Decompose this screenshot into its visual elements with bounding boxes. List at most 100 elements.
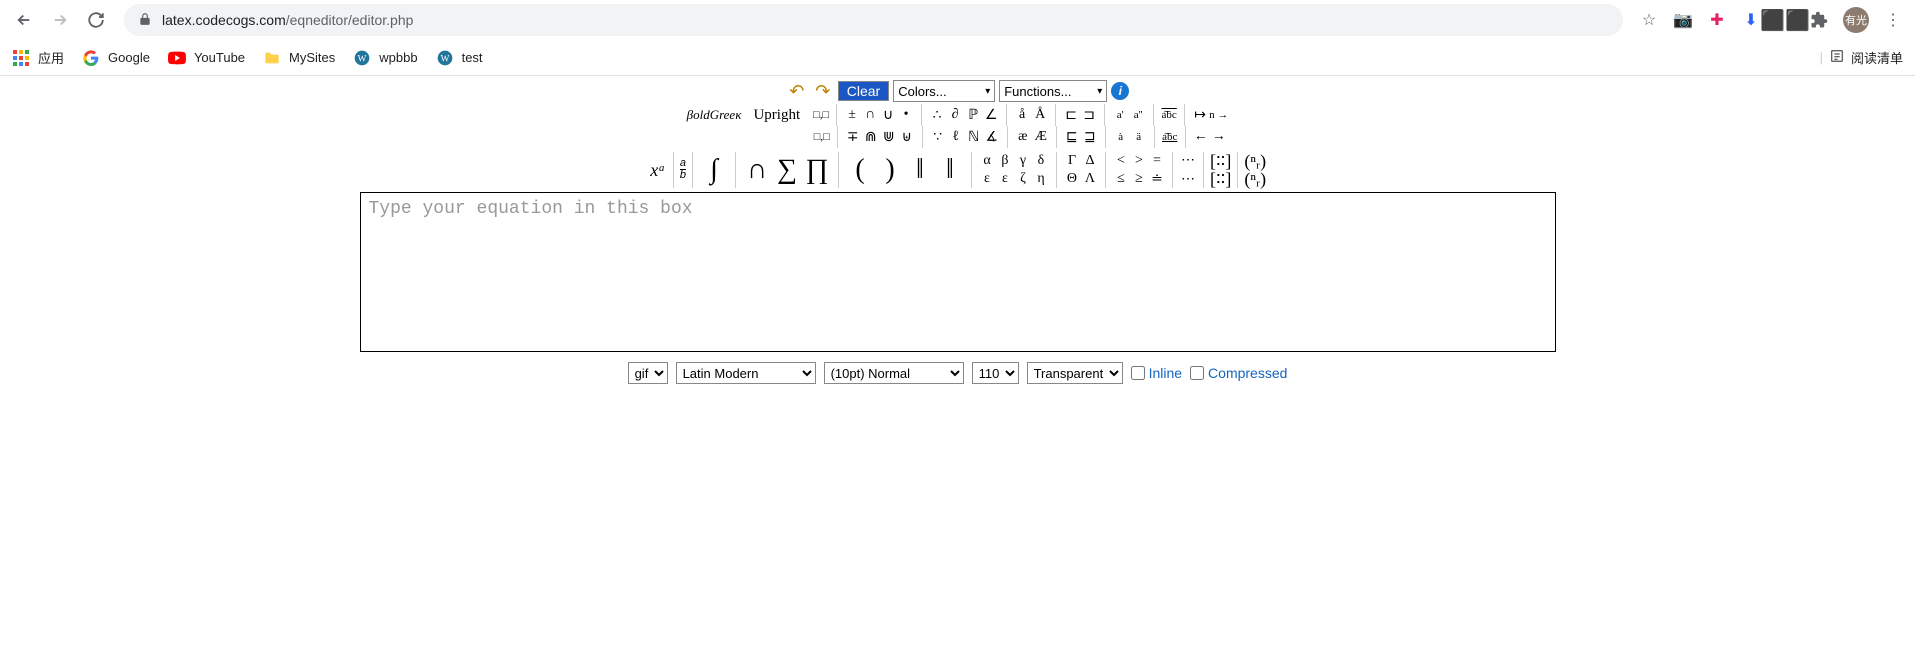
sym-sqsubseteq[interactable]: ⊑	[1063, 128, 1081, 146]
sym-cap[interactable]: ∩	[861, 106, 879, 124]
sym-rparen[interactable]: )	[875, 161, 905, 179]
forward-button[interactable]	[44, 4, 76, 36]
sym-ell[interactable]: ℓ	[947, 128, 965, 146]
sym-underarc[interactable]: a͡bc	[1161, 128, 1179, 146]
sym-beta[interactable]: β	[996, 152, 1014, 170]
sym-prod[interactable]: ∏	[802, 161, 832, 179]
sym-Theta[interactable]: Θ	[1063, 170, 1081, 188]
clear-button[interactable]: Clear	[838, 81, 889, 101]
sym-geq[interactable]: ≥	[1130, 170, 1148, 188]
google-bookmark[interactable]: Google	[82, 49, 150, 67]
sym-overarc[interactable]: a͡bc	[1160, 106, 1178, 124]
compressed-label[interactable]: Compressed	[1208, 365, 1287, 381]
youtube-bookmark[interactable]: YouTube	[168, 49, 245, 67]
reading-list-button[interactable]: | 阅读清单	[1820, 48, 1903, 67]
sym-N[interactable]: ℕ	[965, 128, 983, 146]
sym-matrix[interactable]: [∶∶]	[1210, 152, 1231, 170]
sym-Aring[interactable]: Å	[1031, 106, 1049, 124]
star-icon[interactable]: ☆	[1639, 10, 1659, 30]
sym-grave[interactable]: à	[1112, 128, 1130, 146]
sym-alpha[interactable]: α	[978, 152, 996, 170]
sym-prime[interactable]: a'	[1111, 106, 1129, 124]
colors-dropdown[interactable]: Colors...▾	[893, 80, 995, 102]
inline-checkbox[interactable]	[1131, 366, 1145, 380]
reload-button[interactable]	[80, 4, 112, 36]
sym-sidebyside2[interactable]: □,□	[813, 128, 831, 146]
sym-P[interactable]: ℙ	[964, 106, 982, 124]
info-icon[interactable]: i	[1111, 82, 1129, 100]
camera-icon[interactable]: 📷	[1673, 10, 1693, 30]
sym-cup[interactable]: ∪	[879, 106, 897, 124]
dpi-select[interactable]: 110	[972, 362, 1019, 384]
back-button[interactable]	[8, 4, 40, 36]
sym-bigcap[interactable]: ∩	[742, 161, 772, 179]
sym-varepsilon[interactable]: ε	[996, 170, 1014, 188]
sym-sqsupseteq[interactable]: ⊒	[1081, 128, 1099, 146]
functions-dropdown[interactable]: Functions...▾	[999, 80, 1107, 102]
sym-leftarrow[interactable]: ←	[1192, 128, 1210, 146]
equation-input[interactable]	[360, 192, 1556, 352]
sym-uplus[interactable]: ⊎	[898, 128, 916, 146]
sym-vert[interactable]: ‖	[905, 161, 935, 179]
compressed-checkbox[interactable]	[1190, 366, 1204, 380]
sym-Delta[interactable]: Δ	[1081, 152, 1099, 170]
style-boldgreek[interactable]: βoldGreeκ	[681, 107, 748, 123]
style-upright[interactable]: Upright	[747, 107, 806, 124]
sym-bullet[interactable]: •	[897, 106, 915, 124]
sym-leq[interactable]: ≤	[1112, 170, 1130, 188]
sym-partial[interactable]: ∂	[946, 106, 964, 124]
sym-epsilon[interactable]: ε	[978, 170, 996, 188]
sym-mapsto[interactable]: ↦	[1191, 106, 1209, 124]
bg-select[interactable]: Transparent	[1027, 362, 1123, 384]
menu-icon[interactable]: ⋮	[1883, 10, 1903, 30]
sym-eq[interactable]: =	[1148, 152, 1166, 170]
download-ext-icon[interactable]: ⬇	[1741, 10, 1761, 30]
sym-vert2[interactable]: ‖	[935, 161, 965, 179]
sym-rightarrow[interactable]: →	[1210, 128, 1228, 146]
sym-gt[interactable]: >	[1130, 152, 1148, 170]
size-select[interactable]: (10pt) Normal	[824, 362, 964, 384]
sym-Cap[interactable]: ⋒	[862, 128, 880, 146]
mysites-bookmark[interactable]: MySites	[263, 49, 335, 67]
sym-Cup[interactable]: ⋓	[880, 128, 898, 146]
redo-button[interactable]: ↷	[812, 81, 834, 101]
sym-Lambda[interactable]: Λ	[1081, 170, 1099, 188]
sym-sqsupset[interactable]: ⊐	[1080, 106, 1098, 124]
sym-ddot[interactable]: ä	[1130, 128, 1148, 146]
sym-gamma[interactable]: γ	[1014, 152, 1032, 170]
sym-ae[interactable]: æ	[1014, 128, 1032, 146]
sym-therefore[interactable]: ∴	[928, 106, 946, 124]
sym-frac[interactable]: ab	[680, 159, 686, 181]
profile-avatar[interactable]: 有光	[1843, 7, 1869, 33]
sym-delta[interactable]: δ	[1032, 152, 1050, 170]
sym-sqsubset[interactable]: ⊏	[1062, 106, 1080, 124]
sym-doteq[interactable]: ≐	[1148, 170, 1166, 188]
sym-binom2[interactable]: (ⁿᵣ)	[1244, 170, 1266, 188]
sym-mp[interactable]: ∓	[844, 128, 862, 146]
font-select[interactable]: Latin Modern	[676, 362, 816, 384]
sym-eta[interactable]: η	[1032, 170, 1050, 188]
sym-angle[interactable]: ∠	[982, 106, 1000, 124]
sym-Gamma[interactable]: Γ	[1063, 152, 1081, 170]
format-select[interactable]: gif	[628, 362, 668, 384]
sym-dprime[interactable]: a''	[1129, 106, 1147, 124]
apps-bookmark[interactable]: 应用	[12, 48, 64, 67]
wpbbb-bookmark[interactable]: W wpbbb	[353, 49, 417, 67]
sym-cdots[interactable]: ⋯	[1179, 152, 1197, 169]
sym-zeta[interactable]: ζ	[1014, 170, 1032, 188]
undo-button[interactable]: ↶	[786, 81, 808, 101]
sym-superscript[interactable]: xᵃ	[649, 161, 667, 179]
plus-ext-icon[interactable]: ✚	[1707, 10, 1727, 30]
sym-binom[interactable]: (ⁿᵣ)	[1244, 152, 1266, 170]
sym-aring[interactable]: å	[1013, 106, 1031, 124]
sym-lparen[interactable]: (	[845, 161, 875, 179]
sym-sidebyside[interactable]: □,□	[812, 106, 830, 124]
sym-lt[interactable]: <	[1112, 152, 1130, 170]
sym-measuredangle[interactable]: ∡	[983, 128, 1001, 146]
sym-pm[interactable]: ±	[843, 106, 861, 124]
inline-label[interactable]: Inline	[1149, 365, 1182, 381]
sym-cdots2[interactable]: ⋯	[1179, 171, 1197, 188]
sym-matrix2[interactable]: [∶∶]	[1210, 170, 1231, 188]
ext-icon-dots[interactable]: ⬛⬛	[1775, 10, 1795, 30]
sym-AE[interactable]: Æ	[1032, 128, 1050, 146]
